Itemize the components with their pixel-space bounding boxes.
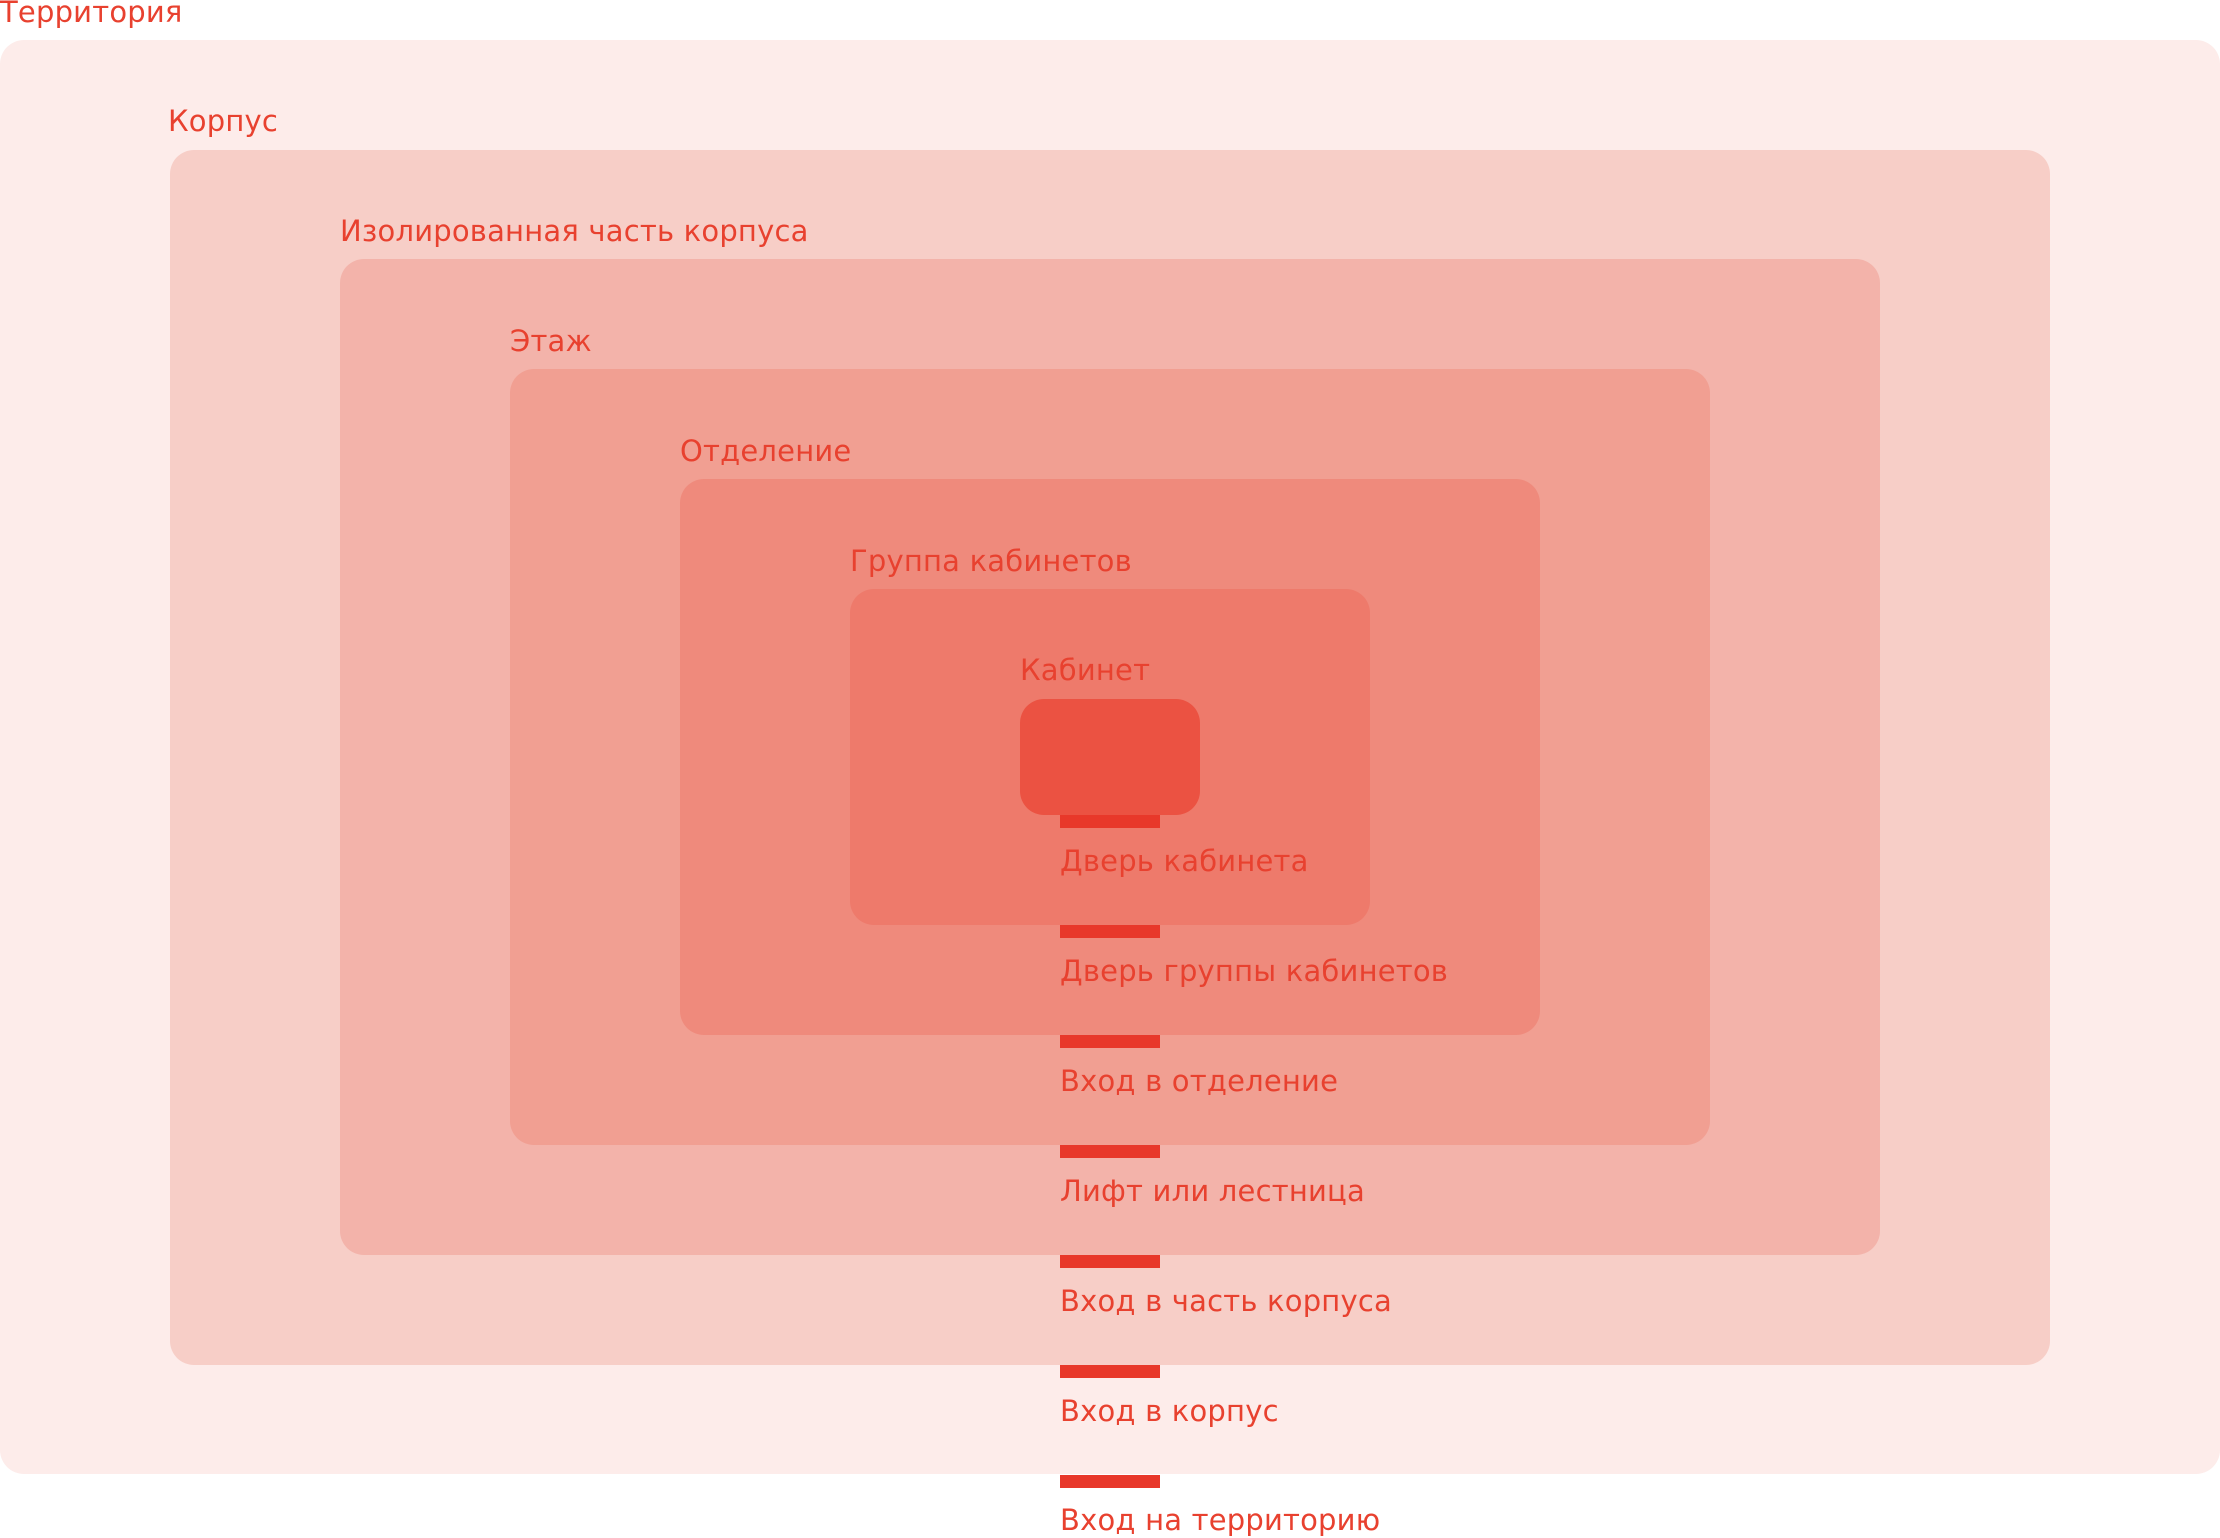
door-bar-room-group <box>1060 925 1160 938</box>
zone-label-territory: Территория <box>0 0 183 29</box>
door-label-floor: Лифт или лестница <box>1060 1174 1365 1208</box>
door-label-department: Вход в отделение <box>1060 1064 1339 1098</box>
zone-label-room-group: Группа кабинетов <box>850 544 1132 578</box>
door-bar-isolated-part <box>1060 1255 1160 1268</box>
door-bar-building <box>1060 1365 1160 1378</box>
door-label-room-group: Дверь группы кабинетов <box>1060 954 1449 988</box>
zone-room <box>1020 699 1200 815</box>
door-label-building: Вход в корпус <box>1060 1394 1279 1428</box>
door-bar-room <box>1060 815 1160 828</box>
door-label-isolated-part: Вход в часть корпуса <box>1060 1284 1392 1318</box>
zone-label-building: Корпус <box>168 104 279 138</box>
zone-label-isolated-part: Изолированная часть корпуса <box>340 214 809 248</box>
zone-label-floor: Этаж <box>510 324 592 358</box>
zone-label-department: Отделение <box>680 434 852 468</box>
door-bar-floor <box>1060 1145 1160 1158</box>
door-label-room: Дверь кабинета <box>1060 844 1309 878</box>
zone-label-room: Кабинет <box>1020 653 1151 687</box>
door-bar-department <box>1060 1035 1160 1048</box>
door-bar-territory <box>1060 1475 1160 1488</box>
door-label-territory: Вход на территорию <box>1060 1503 1381 1537</box>
